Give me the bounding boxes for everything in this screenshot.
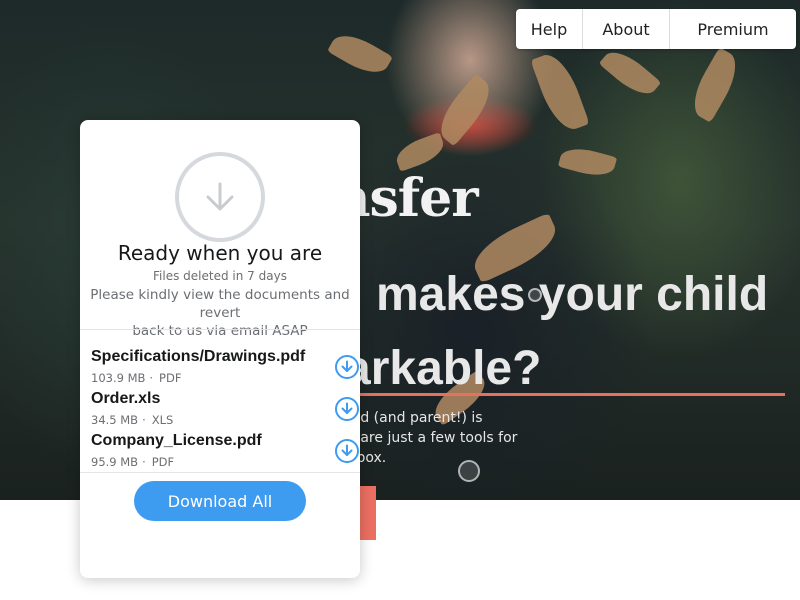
file-size: 95.9 MB (91, 455, 139, 469)
divider (80, 472, 360, 473)
download-arrow-icon (206, 182, 234, 211)
download-icon (341, 402, 353, 414)
file-meta: 95.9 MB · PDF (91, 455, 174, 469)
download-panel: Ready when you are Files deleted in 7 da… (80, 120, 360, 578)
meta-separator: · (149, 371, 154, 385)
sender-message-line2: back to us via email ASAP (132, 323, 308, 339)
hero-divider (330, 393, 785, 396)
download-icon (341, 360, 353, 372)
file-item: Order.xls 34.5 MB · XLS (91, 390, 359, 432)
file-type: XLS (151, 413, 174, 427)
expiry-notice: Files deleted in 7 days (153, 269, 287, 283)
sender-message: Please kindly view the documents and rev… (80, 286, 360, 340)
file-download-button[interactable] (335, 439, 359, 463)
file-name: Order.xls (91, 390, 161, 407)
nav-about-link[interactable]: About (583, 9, 670, 49)
divider (80, 329, 360, 330)
file-download-button[interactable] (335, 355, 359, 379)
file-name: Specifications/Drawings.pdf (91, 348, 306, 365)
file-download-button[interactable] (335, 397, 359, 421)
nav-premium-link[interactable]: Premium (670, 9, 796, 49)
nav-help-link[interactable]: Help (516, 9, 583, 49)
file-type: PDF (151, 455, 175, 469)
download-all-button[interactable]: Download All (134, 481, 306, 521)
top-navigation: Help About Premium (516, 9, 796, 49)
leaf-decoration (392, 132, 448, 172)
meta-separator: · (142, 413, 146, 427)
file-size: 34.5 MB (91, 413, 139, 427)
file-size: 103.9 MB (91, 371, 146, 385)
leaf-decoration (431, 73, 499, 147)
meta-separator: · (142, 455, 146, 469)
file-name: Company_License.pdf (91, 432, 262, 449)
sender-message-line1: Please kindly view the documents and rev… (90, 287, 350, 321)
hero-headline: makes your child arkable? (300, 258, 800, 406)
file-meta: 103.9 MB · PDF (91, 371, 181, 385)
panel-title: Ready when you are (117, 241, 323, 265)
hero-headline-line1: makes your child (376, 268, 769, 321)
leaf-decoration (684, 47, 746, 123)
leaf-decoration (557, 143, 618, 181)
leaf-decoration (598, 43, 662, 103)
leaf-decoration (327, 26, 393, 82)
download-circle-icon (175, 152, 265, 242)
leaf-decoration (530, 48, 590, 136)
file-meta: 34.5 MB · XLS (91, 413, 173, 427)
file-item: Specifications/Drawings.pdf 103.9 MB · PDF (91, 348, 359, 390)
download-icon (341, 444, 353, 456)
file-type: PDF (159, 371, 182, 385)
file-item: Company_License.pdf 95.9 MB · PDF (91, 432, 359, 474)
